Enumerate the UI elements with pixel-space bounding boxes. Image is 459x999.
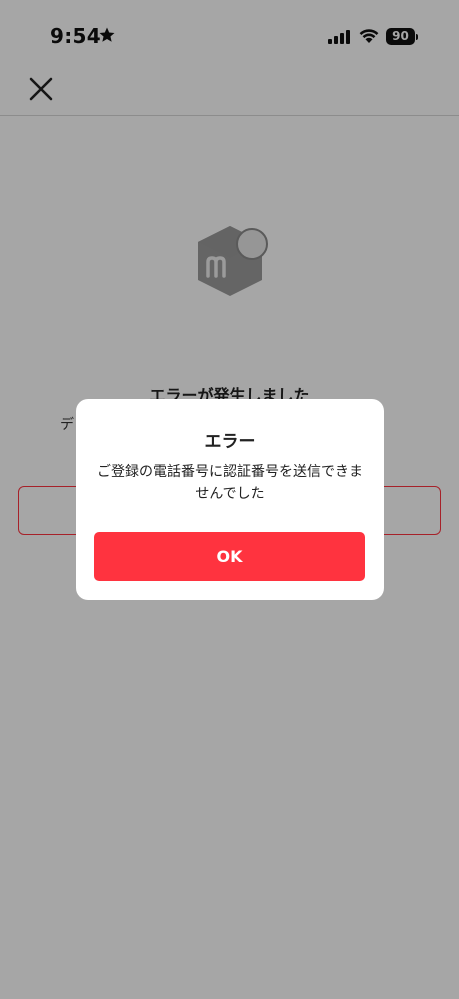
dialog-message: ご登録の電話番号に認証番号を送信できませんでした	[97, 464, 363, 502]
ok-button[interactable]: OK	[94, 532, 365, 581]
screen: 9:54 90 エラーが発生しました デ エラー ご登録の電話番号に認証番号を送…	[0, 0, 459, 999]
error-dialog: エラー ご登録の電話番号に認証番号を送信できませんでした OK	[76, 399, 384, 600]
ok-button-label: OK	[216, 547, 243, 566]
dialog-title: エラー	[204, 432, 256, 452]
